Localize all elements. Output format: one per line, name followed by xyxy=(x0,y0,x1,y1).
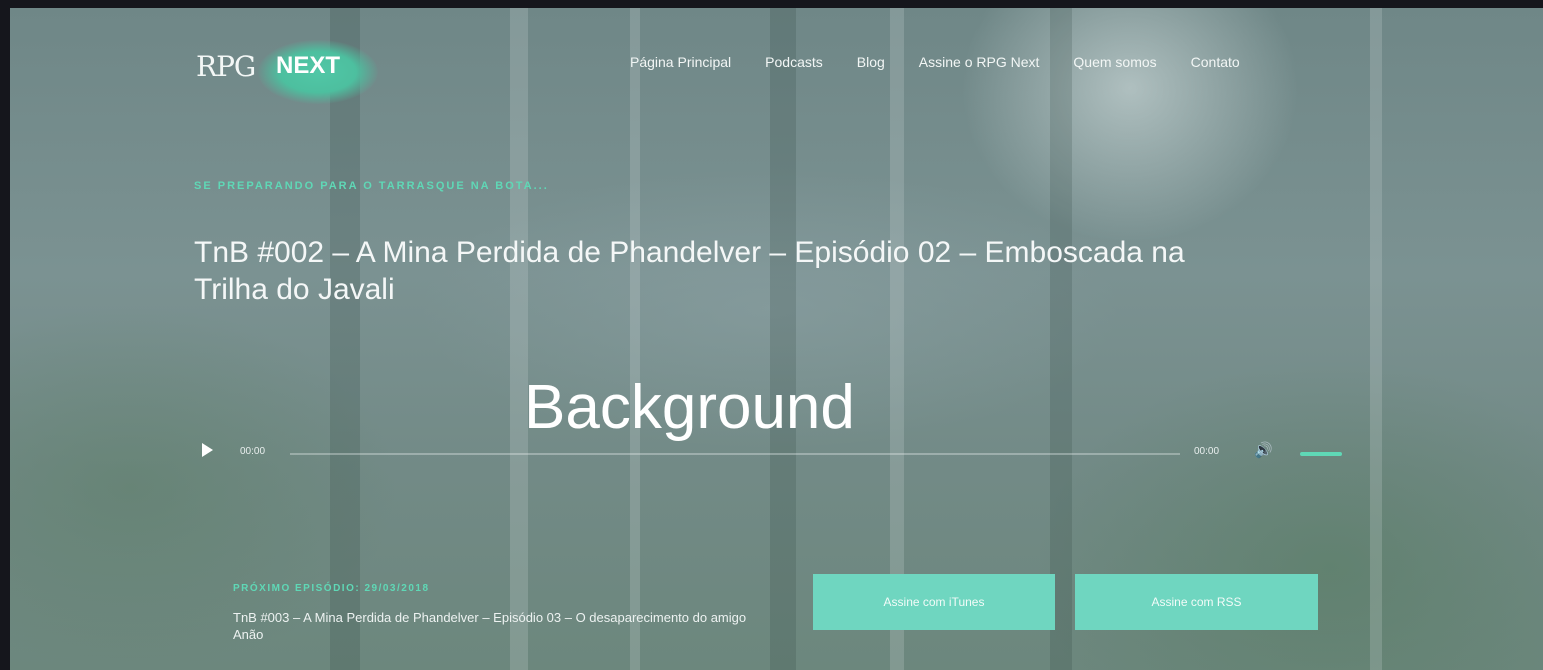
nav-link-subscribe[interactable]: Assine o RPG Next xyxy=(919,54,1040,70)
next-episode-title: TnB #003 – A Mina Perdida de Phandelver … xyxy=(233,610,747,642)
progress-track[interactable] xyxy=(290,453,1180,455)
logo-next-text: NEXT xyxy=(276,52,341,79)
duration-time: 00:00 xyxy=(1194,446,1220,457)
episode-kicker: Se preparando para o Tarrasque na bota..… xyxy=(194,180,549,192)
volume-slider[interactable] xyxy=(1300,452,1342,456)
nav-link-blog[interactable]: Blog xyxy=(857,54,885,70)
subscribe-rss-button[interactable]: Assine com RSS xyxy=(1075,574,1318,630)
nav-link-contact[interactable]: Contato xyxy=(1191,54,1240,70)
play-icon[interactable] xyxy=(202,443,213,457)
nav-link-podcasts[interactable]: Podcasts xyxy=(765,54,823,70)
main-nav: Página Principal Podcasts Blog Assine o … xyxy=(630,54,1274,70)
nav-link-home[interactable]: Página Principal xyxy=(630,54,731,70)
current-time: 00:00 xyxy=(240,446,266,457)
background-overlay-label: Background xyxy=(524,373,855,442)
volume-icon[interactable]: 🔊 xyxy=(1254,442,1273,460)
episode-title: TnB #002 – A Mina Perdida de Phandelver … xyxy=(194,236,1185,306)
subscribe-itunes-button[interactable]: Assine com iTunes xyxy=(813,574,1055,630)
next-episode-kicker: Próximo episódio: 29/03/2018 xyxy=(233,583,430,594)
hero-background xyxy=(10,8,1543,670)
logo-rpg-text: RPG xyxy=(196,50,256,83)
nav-link-about[interactable]: Quem somos xyxy=(1073,54,1156,70)
